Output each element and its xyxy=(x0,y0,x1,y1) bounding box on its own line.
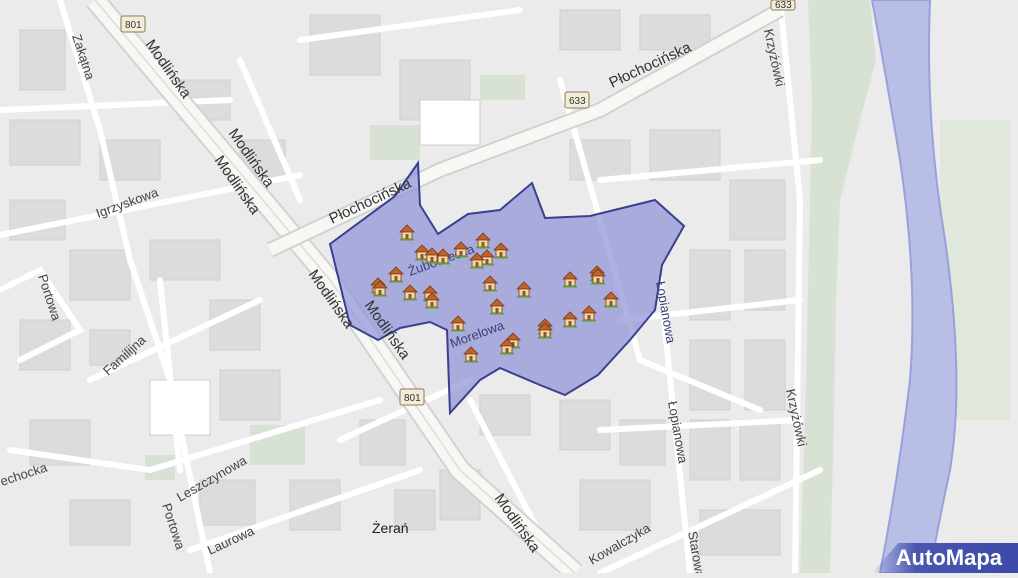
map-canvas[interactable]: Modlińska Modlińska Modlińska Modlińska … xyxy=(0,0,1018,578)
map-view[interactable]: Modlińska Modlińska Modlińska Modlińska … xyxy=(0,0,1018,578)
svg-text:633: 633 xyxy=(775,0,792,11)
svg-text:801: 801 xyxy=(125,20,142,31)
svg-text:633: 633 xyxy=(569,96,586,107)
brand-label: AutoMapa xyxy=(895,545,1002,570)
road-badge-633-b: 633 xyxy=(770,0,796,11)
road-badge-633-a: 633 xyxy=(564,91,590,109)
place-label-zeran: Żerań xyxy=(372,519,409,536)
road-badge-801-a: 801 xyxy=(120,15,146,33)
road-badge-801-b: 801 xyxy=(399,388,425,406)
svg-text:801: 801 xyxy=(404,393,421,404)
